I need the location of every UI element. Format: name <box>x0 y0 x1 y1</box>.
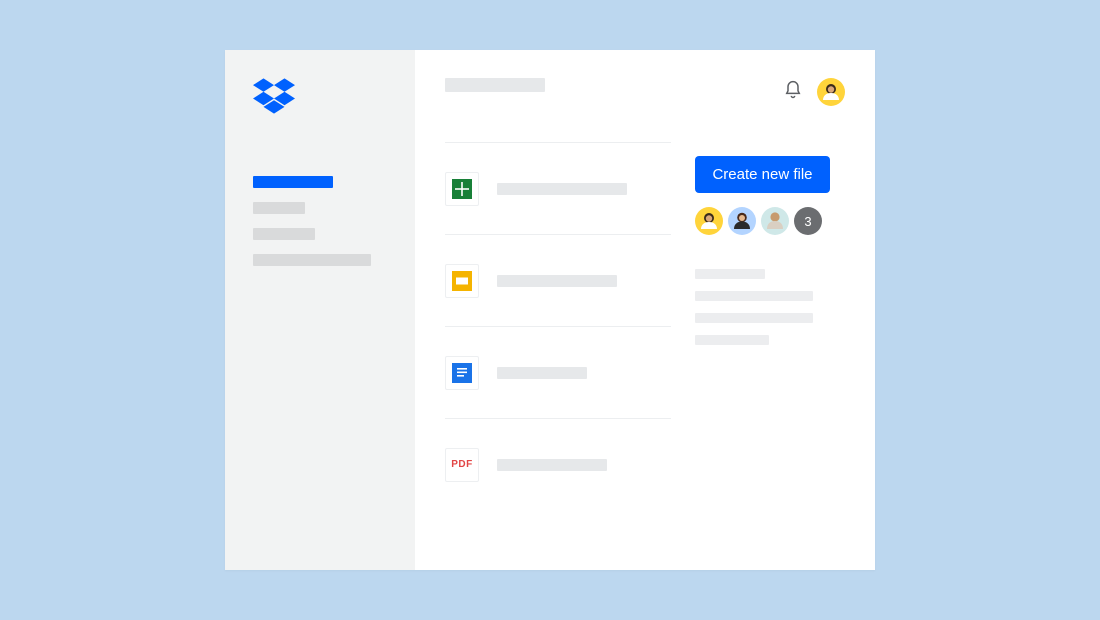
sidebar <box>225 50 415 570</box>
info-line-placeholder <box>695 291 813 301</box>
main-content: PDF <box>415 50 875 570</box>
google-slides-icon <box>445 264 479 298</box>
info-line-placeholder <box>695 269 765 279</box>
info-line-placeholder <box>695 335 769 345</box>
collaborator-avatar[interactable] <box>761 207 789 235</box>
collaborator-avatar[interactable] <box>728 207 756 235</box>
create-new-file-button[interactable]: Create new file <box>695 156 830 193</box>
page-title-placeholder <box>445 78 545 92</box>
file-list-column: PDF <box>445 78 695 570</box>
file-row[interactable] <box>445 234 671 326</box>
user-avatar[interactable] <box>817 78 845 106</box>
sidebar-nav <box>253 176 415 266</box>
sidebar-item[interactable] <box>253 254 371 266</box>
notification-bell-icon[interactable] <box>783 80 803 105</box>
file-list: PDF <box>445 142 671 510</box>
file-row[interactable]: PDF <box>445 418 671 510</box>
sidebar-item[interactable] <box>253 228 315 240</box>
info-line-placeholder <box>695 313 813 323</box>
collaborator-avatars: 3 <box>695 207 845 235</box>
header-actions <box>695 78 845 106</box>
file-name-placeholder <box>497 183 627 195</box>
sidebar-item-active[interactable] <box>253 176 333 188</box>
pdf-icon: PDF <box>445 448 479 482</box>
collaborator-overflow-count[interactable]: 3 <box>794 207 822 235</box>
collaborator-avatar[interactable] <box>695 207 723 235</box>
file-row[interactable] <box>445 326 671 418</box>
app-window: PDF <box>225 50 875 570</box>
file-name-placeholder <box>497 367 587 379</box>
file-row[interactable] <box>445 142 671 234</box>
file-name-placeholder <box>497 459 607 471</box>
google-docs-icon <box>445 356 479 390</box>
file-name-placeholder <box>497 275 617 287</box>
right-column: Create new file 3 <box>695 78 845 570</box>
info-panel <box>695 269 845 357</box>
pdf-badge: PDF <box>451 459 473 470</box>
google-sheets-icon <box>445 172 479 206</box>
sidebar-item[interactable] <box>253 202 305 214</box>
dropbox-logo-icon <box>253 78 415 114</box>
